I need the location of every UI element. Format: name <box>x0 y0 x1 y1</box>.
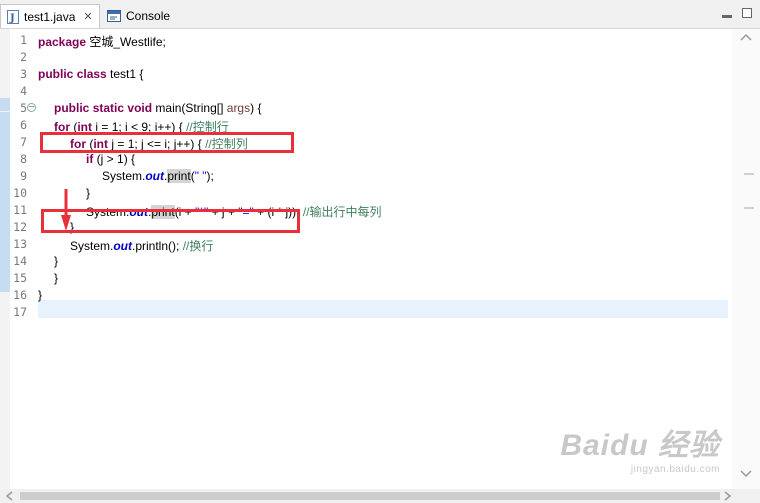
scroll-up-arrow-icon[interactable] <box>740 33 752 41</box>
code-line-14: } <box>54 254 59 268</box>
code-line-1: package 空城_Westlife; <box>38 35 166 49</box>
horizontal-scrollbar[interactable] <box>0 489 760 503</box>
watermark-logo: Baidu 经验 <box>560 429 720 462</box>
highlight-box-inner-loop <box>40 132 294 153</box>
svg-text:J: J <box>9 13 15 24</box>
close-icon[interactable]: ✕ <box>83 10 92 23</box>
line-number: 2 <box>20 50 27 64</box>
line-number: 12 <box>13 220 27 234</box>
watermark: Baidu 经验 jingyan.baidu.com <box>560 420 720 475</box>
code-line-15: } <box>54 271 59 285</box>
overview-marker[interactable] <box>744 173 754 175</box>
scroll-down-arrow-icon[interactable] <box>740 470 752 478</box>
tab-label: test1.java <box>24 9 76 24</box>
minimize-button[interactable] <box>722 15 732 18</box>
tab-label: Console <box>126 9 171 23</box>
fold-toggle-icon[interactable]: − <box>27 103 36 112</box>
line-number: 4 <box>20 84 27 98</box>
line-number: 10 <box>13 186 27 200</box>
line-number: 11 <box>13 203 27 217</box>
watermark-url: jingyan.baidu.com <box>630 464 720 475</box>
tab-test1-java[interactable]: J test1.java ✕ <box>0 4 100 28</box>
ruler-marker <box>0 112 10 292</box>
current-line-highlight <box>38 300 728 318</box>
window-controls <box>722 8 752 18</box>
down-arrow-icon <box>61 189 71 231</box>
code-line-16: } <box>38 288 43 302</box>
line-number: 1 <box>20 33 27 47</box>
maximize-button[interactable] <box>742 8 752 18</box>
tab-console[interactable]: Console <box>101 4 197 28</box>
java-file-icon: J <box>7 9 19 24</box>
console-icon <box>107 10 121 22</box>
left-ruler <box>0 29 10 503</box>
line-number: 16 <box>13 288 27 302</box>
code-line-3: public class test1 { <box>38 67 144 81</box>
line-number: 3 <box>20 67 27 81</box>
line-number: 9 <box>20 169 27 183</box>
line-number: 8 <box>20 152 27 166</box>
overview-ruler[interactable] <box>732 29 760 499</box>
line-number: 17 <box>13 305 27 319</box>
line-number: 14 <box>13 254 27 268</box>
line-number: 13 <box>13 237 27 251</box>
code-line-10: } <box>86 186 91 200</box>
line-number: 5 <box>20 101 27 115</box>
line-number: 15 <box>13 271 27 285</box>
code-line-9: System.out.print(" "); <box>102 169 214 183</box>
code-line-8: if (j > 1) { <box>86 152 136 166</box>
editor-tab-bar: J test1.java ✕ Console <box>0 0 760 29</box>
scroll-right-arrow-icon[interactable] <box>724 491 732 501</box>
overview-marker[interactable] <box>744 207 754 209</box>
ruler-marker <box>0 98 10 111</box>
code-line-13: System.out.println(); //换行 <box>70 239 214 253</box>
scrollbar-thumb[interactable] <box>20 492 720 500</box>
code-line-5: public static void main(String[] args) { <box>54 101 262 115</box>
scroll-left-arrow-icon[interactable] <box>5 491 13 501</box>
highlight-box-closing-brace <box>41 209 300 233</box>
line-number: 6 <box>20 118 27 132</box>
line-number: 7 <box>20 135 27 149</box>
